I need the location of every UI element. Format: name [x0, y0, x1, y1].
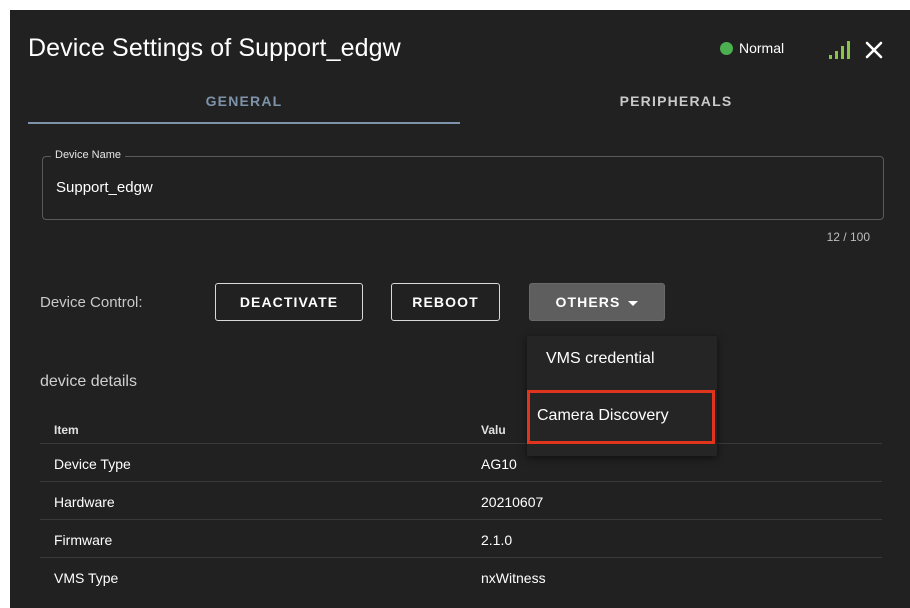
close-icon[interactable] [862, 38, 886, 62]
table-row: Device Type AG10 [40, 444, 882, 482]
device-details-title: device details [40, 373, 137, 390]
row-item-value: 20210607 [481, 494, 544, 510]
deactivate-button[interactable]: DEACTIVATE [215, 283, 363, 321]
tab-general[interactable]: GENERAL [28, 86, 460, 124]
menu-item-label: VMS credential [546, 350, 655, 367]
status-text: Normal [739, 40, 785, 56]
reboot-button-label: REBOOT [412, 294, 479, 310]
tab-bar: GENERAL PERIPHERALS [28, 86, 892, 124]
row-item-label: VMS Type [54, 570, 119, 586]
table-header-row: Item Valu [40, 410, 882, 444]
column-header-value: Valu [481, 423, 506, 437]
row-item-label: Firmware [54, 532, 113, 548]
table-row: Hardware 20210607 [40, 482, 882, 520]
others-button-label: OTHERS [555, 294, 621, 310]
tab-peripherals[interactable]: PERIPHERALS [460, 86, 892, 124]
others-dropdown-button[interactable]: OTHERS [529, 283, 665, 321]
deactivate-button-label: DEACTIVATE [239, 294, 339, 310]
status-dot-icon [720, 41, 733, 55]
menu-item-camera-discovery[interactable]: Camera Discovery [527, 390, 715, 444]
row-item-label: Device Type [54, 456, 131, 472]
status-indicator: Normal [720, 40, 784, 56]
table-row: VMS Type nxWitness [40, 558, 882, 595]
others-dropdown-menu: VMS credential Camera Discovery [527, 336, 717, 456]
caret-down-icon [628, 300, 639, 306]
row-item-value: nxWitness [481, 570, 546, 586]
device-details-table: Item Valu Device Type AG10 Hardware 2021… [40, 410, 882, 595]
menu-item-vms-credential[interactable]: VMS credential [527, 336, 717, 384]
device-name-field[interactable]: Device Name [42, 149, 884, 220]
signal-bars-icon [829, 41, 850, 59]
device-settings-dialog: Device Settings of Support_edgw Normal G… [10, 10, 910, 608]
row-item-value: 2.1.0 [481, 532, 513, 548]
table-row: Firmware 2.1.0 [40, 520, 882, 558]
reboot-button[interactable]: REBOOT [391, 283, 500, 321]
row-item-label: Hardware [54, 494, 115, 510]
character-counter: 12 / 100 [826, 230, 870, 244]
column-header-item: Item [54, 423, 79, 437]
device-control-label: Device Control: [40, 294, 143, 311]
device-name-input[interactable] [56, 179, 856, 196]
menu-item-label: Camera Discovery [537, 407, 669, 424]
dialog-title: Device Settings of Support_edgw [28, 34, 401, 62]
device-name-label: Device Name [51, 149, 126, 161]
row-item-value: AG10 [481, 456, 517, 472]
